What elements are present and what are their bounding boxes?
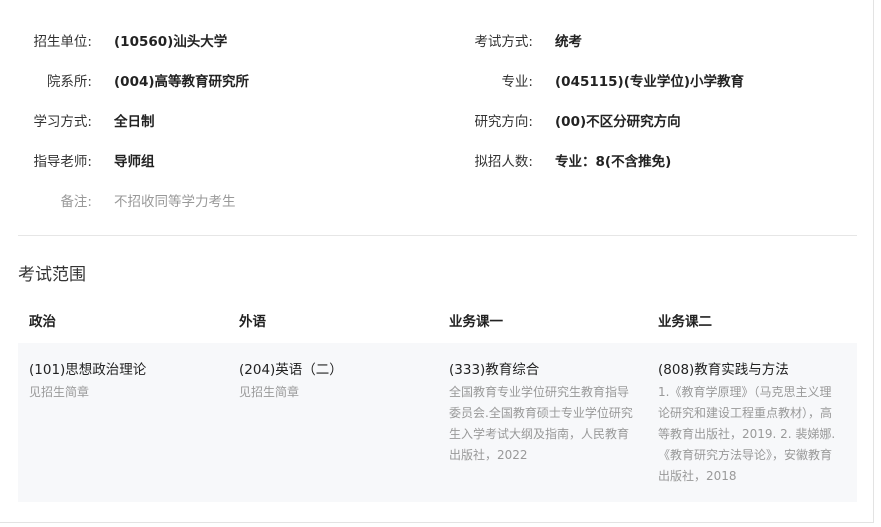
direction-value: (00)不区分研究方向 — [555, 114, 681, 130]
reference-line: 1.《教育学原理》（马克思主义理 — [658, 385, 832, 399]
table-cell-subject-one: (333)教育综合 全国教育专业学位研究生教育指导 委员会.全国教育硕士专业学位… — [449, 360, 645, 466]
exam-scope-row: (101)思想政治理论 见招生简章 (204)英语（二） 见招生简章 (333)… — [18, 343, 857, 502]
reference-line: 出版社，2018 — [658, 469, 737, 483]
exam-scope-title: 考试范围 — [18, 265, 86, 285]
quota-label: 拟招人数: — [474, 154, 533, 170]
column-header-politics: 政治 — [29, 314, 56, 330]
course-name: (101)思想政治理论 — [29, 362, 147, 378]
column-header-subject-one: 业务课一 — [449, 314, 503, 330]
course-reference: 1.《教育学原理》（马克思主义理 论研究和建设工程重点教材），高 等教育出版社，… — [658, 382, 850, 487]
reference-line: 全国教育专业学位研究生教育指导 — [449, 385, 630, 399]
reference-line: 出版社，2022 — [449, 448, 528, 462]
section-divider — [18, 235, 857, 236]
unit-value: (10560)汕头大学 — [114, 34, 228, 50]
info-row: 备注: 不招收同等学力考生 — [0, 192, 870, 212]
advisor-value: 导师组 — [114, 154, 155, 170]
info-row: 院系所: (004)高等教育研究所 专业: (045115)(专业学位)小学教育 — [0, 72, 870, 92]
exam-method-value: 统考 — [555, 34, 582, 50]
reference-line: 《教育研究方法导论》，安徽教育 — [658, 448, 833, 462]
note-value: 不招收同等学力考生 — [114, 194, 236, 210]
major-label: 专业: — [501, 74, 533, 90]
table-cell-foreign-language: (204)英语（二） 见招生简章 — [239, 360, 434, 403]
reference-line: 论研究和建设工程重点教材），高 — [658, 406, 833, 420]
info-row: 指导老师: 导师组 拟招人数: 专业：8(不含推免) — [0, 152, 870, 172]
course-name: (808)教育实践与方法 — [658, 362, 789, 378]
advisor-label: 指导老师: — [33, 154, 92, 170]
table-cell-subject-two: (808)教育实践与方法 1.《教育学原理》（马克思主义理 论研究和建设工程重点… — [658, 360, 850, 487]
info-row: 招生单位: (10560)汕头大学 考试方式: 统考 — [0, 32, 870, 52]
course-name: (204)英语（二） — [239, 362, 343, 378]
course-reference: 见招生简章 — [29, 382, 224, 403]
table-cell-politics: (101)思想政治理论 见招生简章 — [29, 360, 224, 403]
note-label: 备注: — [60, 194, 92, 210]
major-value: (045115)(专业学位)小学教育 — [555, 74, 745, 90]
exam-method-label: 考试方式: — [474, 34, 533, 50]
study-mode-label: 学习方式: — [33, 114, 92, 130]
column-header-foreign-language: 外语 — [239, 314, 266, 330]
dept-value: (004)高等教育研究所 — [114, 74, 250, 90]
exam-scope-header: 政治 外语 业务课一 业务课二 — [18, 300, 857, 342]
course-name: (333)教育综合 — [449, 362, 540, 378]
quota-value: 专业：8(不含推免) — [555, 154, 672, 170]
unit-label: 招生单位: — [33, 34, 92, 50]
reference-line: 生入学考试大纲及指南，人民教育 — [449, 427, 630, 441]
info-row: 学习方式: 全日制 研究方向: (00)不区分研究方向 — [0, 112, 870, 132]
study-mode-value: 全日制 — [114, 114, 155, 130]
course-reference: 见招生简章 — [239, 382, 434, 403]
course-reference: 全国教育专业学位研究生教育指导 委员会.全国教育硕士专业学位研究 生入学考试大纲… — [449, 382, 645, 466]
reference-line: 见招生简章 — [29, 385, 90, 399]
dept-label: 院系所: — [46, 74, 92, 90]
column-header-subject-two: 业务课二 — [658, 314, 712, 330]
reference-line: 见招生简章 — [239, 385, 300, 399]
reference-line: 等教育出版社，2019. 2. 裴娣娜. — [658, 427, 836, 441]
direction-label: 研究方向: — [474, 114, 533, 130]
reference-line: 委员会.全国教育硕士专业学位研究 — [449, 406, 633, 420]
